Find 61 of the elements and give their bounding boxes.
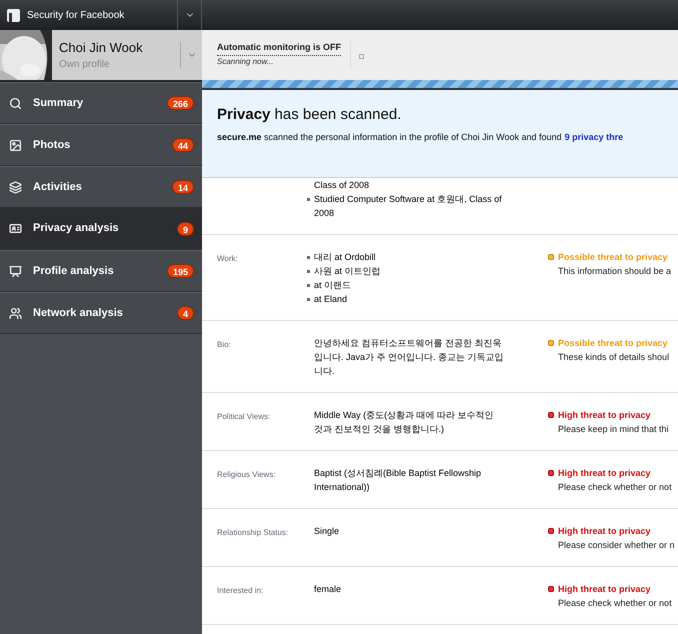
field-value: Single — [314, 525, 340, 538]
field-label: Religious Views: — [217, 469, 276, 481]
bullet-icon — [307, 270, 310, 273]
threat-detail: Please keep in mind that thi — [558, 423, 669, 436]
field-label: Relationship Status: — [217, 527, 288, 539]
field-value: Class of 2008 — [314, 179, 370, 192]
threat-detail: Please check whether or not — [558, 597, 672, 610]
people-icon — [9, 306, 22, 320]
bullet-icon — [307, 284, 310, 287]
threat-detail: Please check whether or not — [558, 481, 672, 494]
field-value: 대리 at Ordobill — [314, 251, 376, 264]
nav-item[interactable]: Network analysis 4 — [0, 292, 202, 334]
field-value: Middle Way (중도(상황과 때에 따라 보수적인 것과 진보적인 것을 병행합니다.) — [314, 409, 495, 436]
threat-detail: This information should be a — [558, 265, 672, 278]
profile-subtitle: Own profile — [59, 58, 111, 72]
field-label: Work: — [217, 253, 238, 265]
threat-detail: These kinds of details shoul — [558, 351, 670, 364]
field-value: at Eland — [314, 293, 348, 306]
count-badge: 4 — [176, 306, 194, 320]
profile-name: Choi Jin Wook — [59, 38, 144, 57]
image-icon — [9, 138, 22, 152]
app-logo-icon — [7, 8, 20, 22]
nav-item[interactable]: Photos 44 — [0, 124, 202, 166]
field-value: 사원 at 이트인럽 — [314, 265, 381, 278]
field-label: Bio: — [217, 339, 231, 351]
scanning-status: Scanning now... — [217, 56, 274, 68]
threat-title: High threat to privacy — [558, 467, 651, 480]
bullet-icon — [307, 256, 310, 259]
threats-link[interactable]: 9 privacy thre — [564, 130, 624, 144]
threat-title: High threat to privacy — [558, 409, 651, 422]
nav-item[interactable]: Summary 266 — [0, 82, 202, 124]
banner-title: Privacy has been scanned. — [217, 105, 402, 125]
field-label: Political Views: — [217, 411, 270, 423]
count-badge: 266 — [166, 96, 194, 110]
threat-detail: Please consider whether or n — [558, 539, 675, 552]
stack-icon — [9, 180, 22, 194]
banner-text: secure.me scanned the personal information in the profile of Choi Jin Wook and found — [217, 130, 562, 144]
field-label: Interested in: — [217, 585, 264, 597]
easel-icon — [9, 264, 22, 278]
bullet-icon — [307, 198, 310, 201]
bullet-icon — [307, 298, 310, 301]
threat-title: High threat to privacy — [558, 525, 651, 538]
field-value: female — [314, 583, 342, 596]
threat-title: Possible threat to privacy — [558, 337, 668, 350]
search-icon — [9, 96, 22, 110]
nav-item[interactable]: Profile analysis 195 — [0, 250, 202, 292]
field-value: Studied Computer Software at 호원대, Class of 2008 — [314, 193, 503, 220]
id-card-icon — [9, 222, 22, 235]
field-value: 안녕하세요 컴퓨터소프트웨어를 전공한 최진욱입니다. Java가 주 언어입니다. 종교는 기독교입니다. — [314, 337, 504, 378]
threat-title: High threat to privacy — [558, 583, 651, 596]
count-badge: 195 — [166, 264, 194, 278]
threat-title: Possible threat to privacy — [558, 251, 668, 264]
monitoring-status[interactable]: Automatic monitoring is OFF — [217, 41, 341, 56]
nav-item[interactable]: Privacy analysis 9 — [0, 208, 202, 250]
nav-item[interactable]: Activities 14 — [0, 166, 202, 208]
field-value: at 이랜드 — [314, 279, 352, 292]
app-title: Security for Facebook — [27, 8, 126, 22]
field-value: Baptist (성서침례(Bible Baptist Fellowship International)) — [314, 467, 482, 494]
count-badge: 44 — [172, 138, 194, 152]
count-badge: 14 — [172, 180, 194, 194]
count-badge: 9 — [176, 222, 194, 236]
